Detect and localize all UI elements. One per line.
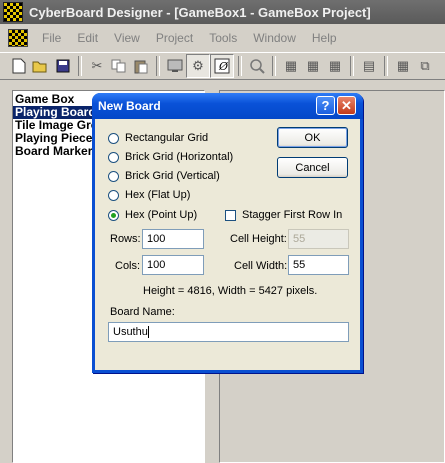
radio-hex-point-up[interactable]: Hex (Point Up): [108, 207, 197, 223]
toolbar-separator: [384, 56, 388, 76]
grid-icon-3[interactable]: ▦: [324, 55, 346, 77]
close-button[interactable]: ✕: [337, 96, 356, 115]
menu-window[interactable]: Window: [245, 31, 304, 45]
grid-icon-2[interactable]: ▦: [302, 55, 324, 77]
paste-icon[interactable]: [130, 55, 152, 77]
arrange-icon[interactable]: ⧉: [414, 55, 436, 77]
radio-hex-flat-up[interactable]: Hex (Flat Up): [108, 187, 190, 203]
toolbar-separator: [78, 56, 82, 76]
grid-icon-1[interactable]: ▦: [280, 55, 302, 77]
new-board-dialog: New Board ? ✕ Rectangular Grid Brick Gri…: [92, 93, 363, 373]
toolbar-separator: [238, 56, 242, 76]
radio-label: Hex (Point Up): [125, 209, 198, 221]
menu-bar: File Edit View Project Tools Window Help: [0, 26, 445, 50]
new-icon[interactable]: [8, 55, 30, 77]
cell-width-label: Cell Width:: [234, 260, 288, 272]
toolbar-separator: [350, 56, 354, 76]
dialog-body: Rectangular Grid Brick Grid (Horizontal)…: [95, 119, 360, 370]
radio-circle-icon[interactable]: [108, 170, 119, 182]
radio-rectangular-grid[interactable]: Rectangular Grid: [108, 130, 208, 146]
radio-circle-icon[interactable]: [108, 151, 119, 163]
help-button[interactable]: ?: [316, 96, 335, 115]
menu-file[interactable]: File: [34, 31, 69, 45]
radio-label: Brick Grid (Horizontal): [125, 151, 234, 163]
ok-button[interactable]: OK: [277, 127, 348, 148]
app-title-bar: CyberBoard Designer - [GameBox1 - GameBo…: [0, 0, 445, 24]
display-icon[interactable]: [164, 55, 186, 77]
toolbar: ✂ ⚙ Ø ▦ ▦ ▦ ▤ ▦ ⧉: [0, 52, 445, 80]
copy-icon[interactable]: [108, 55, 130, 77]
radio-brick-horizontal[interactable]: Brick Grid (Horizontal): [108, 149, 233, 165]
toolbar-separator: [156, 56, 160, 76]
document-icon[interactable]: [8, 29, 28, 47]
stagger-label: Stagger First Row In: [242, 209, 343, 221]
app-icon: [3, 2, 23, 22]
stagger-checkbox[interactable]: Stagger First Row In: [225, 207, 342, 223]
cols-label: Cols:: [115, 260, 141, 272]
radio-circle-icon[interactable]: [108, 189, 119, 201]
zoom-icon[interactable]: [246, 55, 268, 77]
cancel-button[interactable]: Cancel: [277, 157, 348, 178]
cell-width-input[interactable]: 55: [288, 255, 349, 275]
cut-icon[interactable]: ✂: [86, 55, 108, 77]
radio-label: Rectangular Grid: [125, 132, 209, 144]
checkbox-icon[interactable]: [225, 209, 236, 221]
menu-project[interactable]: Project: [148, 31, 201, 45]
board-name-label: Board Name:: [110, 306, 175, 318]
rows-input[interactable]: 100: [142, 229, 204, 249]
menu-tools[interactable]: Tools: [201, 31, 245, 45]
cell-height-label: Cell Height:: [230, 233, 287, 245]
grid-small-icon[interactable]: ▦: [392, 55, 414, 77]
radio-label: Brick Grid (Vertical): [125, 170, 220, 182]
cols-input[interactable]: 100: [142, 255, 204, 275]
save-icon[interactable]: [52, 55, 74, 77]
menu-view[interactable]: View: [106, 31, 148, 45]
window-title: CyberBoard Designer - [GameBox1 - GameBo…: [29, 4, 371, 20]
cell-height-input: 55: [288, 229, 349, 249]
rows-label: Rows:: [110, 233, 141, 245]
toolbar-separator: [272, 56, 276, 76]
radio-label: Hex (Flat Up): [125, 189, 191, 201]
radio-circle-icon[interactable]: [108, 132, 119, 144]
board-name-value: Usuthu: [113, 326, 148, 338]
size-info-text: Height = 4816, Width = 5427 pixels.: [143, 285, 318, 297]
table-icon[interactable]: ▤: [358, 55, 380, 77]
svg-text:Ø: Ø: [218, 60, 229, 73]
board-name-input[interactable]: Usuthu: [108, 322, 349, 342]
open-icon[interactable]: [30, 55, 52, 77]
menu-edit[interactable]: Edit: [69, 31, 106, 45]
radio-brick-vertical[interactable]: Brick Grid (Vertical): [108, 168, 220, 184]
menu-help[interactable]: Help: [304, 31, 345, 45]
cog-icon[interactable]: ⚙: [186, 54, 210, 78]
radio-checked-icon[interactable]: [108, 209, 119, 221]
text-tool-icon[interactable]: Ø: [210, 54, 234, 78]
